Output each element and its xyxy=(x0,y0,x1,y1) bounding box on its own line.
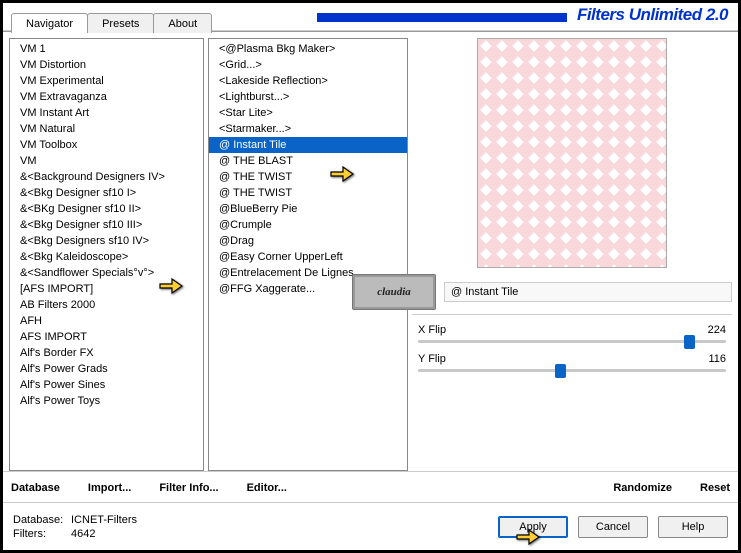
list-item[interactable]: <Star Lite> xyxy=(209,105,407,121)
list-item[interactable]: @Crumple xyxy=(209,217,407,233)
list-item[interactable]: <@Plasma Bkg Maker> xyxy=(209,41,407,57)
author-stamp: claudia xyxy=(352,274,436,310)
list-item[interactable]: AFH xyxy=(10,313,203,329)
reset-button[interactable]: Reset xyxy=(700,482,730,494)
import-button[interactable]: Import... xyxy=(88,482,131,494)
list-item[interactable]: @Drag xyxy=(209,233,407,249)
database-button[interactable]: Database xyxy=(11,482,60,494)
list-item[interactable]: Alf's Power Sines xyxy=(10,377,203,393)
list-item[interactable]: @ THE BLAST xyxy=(209,153,407,169)
list-item[interactable]: @BlueBerry Pie xyxy=(209,201,407,217)
list-item[interactable]: VM Distortion xyxy=(10,57,203,73)
list-item[interactable]: &<Bkg Designer sf10 I> xyxy=(10,185,203,201)
tab-navigator[interactable]: Navigator xyxy=(11,13,88,33)
editor-button[interactable]: Editor... xyxy=(247,482,287,494)
slider-x-flip[interactable]: X Flip224 xyxy=(412,321,732,350)
list-item[interactable]: VM 1 xyxy=(10,41,203,57)
list-item[interactable]: VM Extravaganza xyxy=(10,89,203,105)
list-item[interactable]: &<Bkg Designer sf10 III> xyxy=(10,217,203,233)
tab-about[interactable]: About xyxy=(153,13,212,33)
list-item[interactable]: VM Toolbox xyxy=(10,137,203,153)
list-item[interactable]: AB Filters 2000 xyxy=(10,297,203,313)
category-list[interactable]: VM 1VM DistortionVM ExperimentalVM Extra… xyxy=(9,38,204,471)
list-item[interactable]: [AFS IMPORT] xyxy=(10,281,203,297)
list-item[interactable]: @Easy Corner UpperLeft xyxy=(209,249,407,265)
filter-list[interactable]: <@Plasma Bkg Maker><Grid...><Lakeside Re… xyxy=(208,38,408,471)
list-item[interactable]: &<Bkg Kaleidoscope> xyxy=(10,249,203,265)
help-button[interactable]: Help xyxy=(658,516,728,538)
app-title: Filters Unlimited 2.0 xyxy=(577,5,728,25)
preview-image xyxy=(477,38,667,268)
list-item[interactable]: <Lakeside Reflection> xyxy=(209,73,407,89)
current-filter-name: @ Instant Tile xyxy=(444,282,732,302)
list-item[interactable]: VM xyxy=(10,153,203,169)
list-item[interactable]: VM Experimental xyxy=(10,73,203,89)
filter-info-button[interactable]: Filter Info... xyxy=(159,482,218,494)
list-item[interactable]: VM Natural xyxy=(10,121,203,137)
list-item[interactable]: VM Instant Art xyxy=(10,105,203,121)
slider-y-flip[interactable]: Y Flip116 xyxy=(412,350,732,379)
list-item[interactable]: <Grid...> xyxy=(209,57,407,73)
cancel-button[interactable]: Cancel xyxy=(578,516,648,538)
apply-button[interactable]: Apply xyxy=(498,516,568,538)
list-item[interactable]: @ THE TWIST xyxy=(209,169,407,185)
list-item[interactable]: &<Sandflower Specials°v°> xyxy=(10,265,203,281)
list-item[interactable]: Alf's Border FX xyxy=(10,345,203,361)
status-info: Database:ICNET-Filters Filters:4642 xyxy=(13,513,137,541)
list-item[interactable]: Alf's Power Toys xyxy=(10,393,203,409)
list-item[interactable]: &<Bkg Designers sf10 IV> xyxy=(10,233,203,249)
randomize-button[interactable]: Randomize xyxy=(613,482,672,494)
list-item[interactable]: @ THE TWIST xyxy=(209,185,407,201)
list-item[interactable]: <Lightburst...> xyxy=(209,89,407,105)
list-item[interactable]: &<BKg Designer sf10 II> xyxy=(10,201,203,217)
list-item[interactable]: AFS IMPORT xyxy=(10,329,203,345)
list-item[interactable]: <Starmaker...> xyxy=(209,121,407,137)
list-item[interactable]: @ Instant Tile xyxy=(209,137,407,153)
tab-presets[interactable]: Presets xyxy=(87,13,154,33)
list-item[interactable]: &<Background Designers IV> xyxy=(10,169,203,185)
list-item[interactable]: Alf's Power Grads xyxy=(10,361,203,377)
